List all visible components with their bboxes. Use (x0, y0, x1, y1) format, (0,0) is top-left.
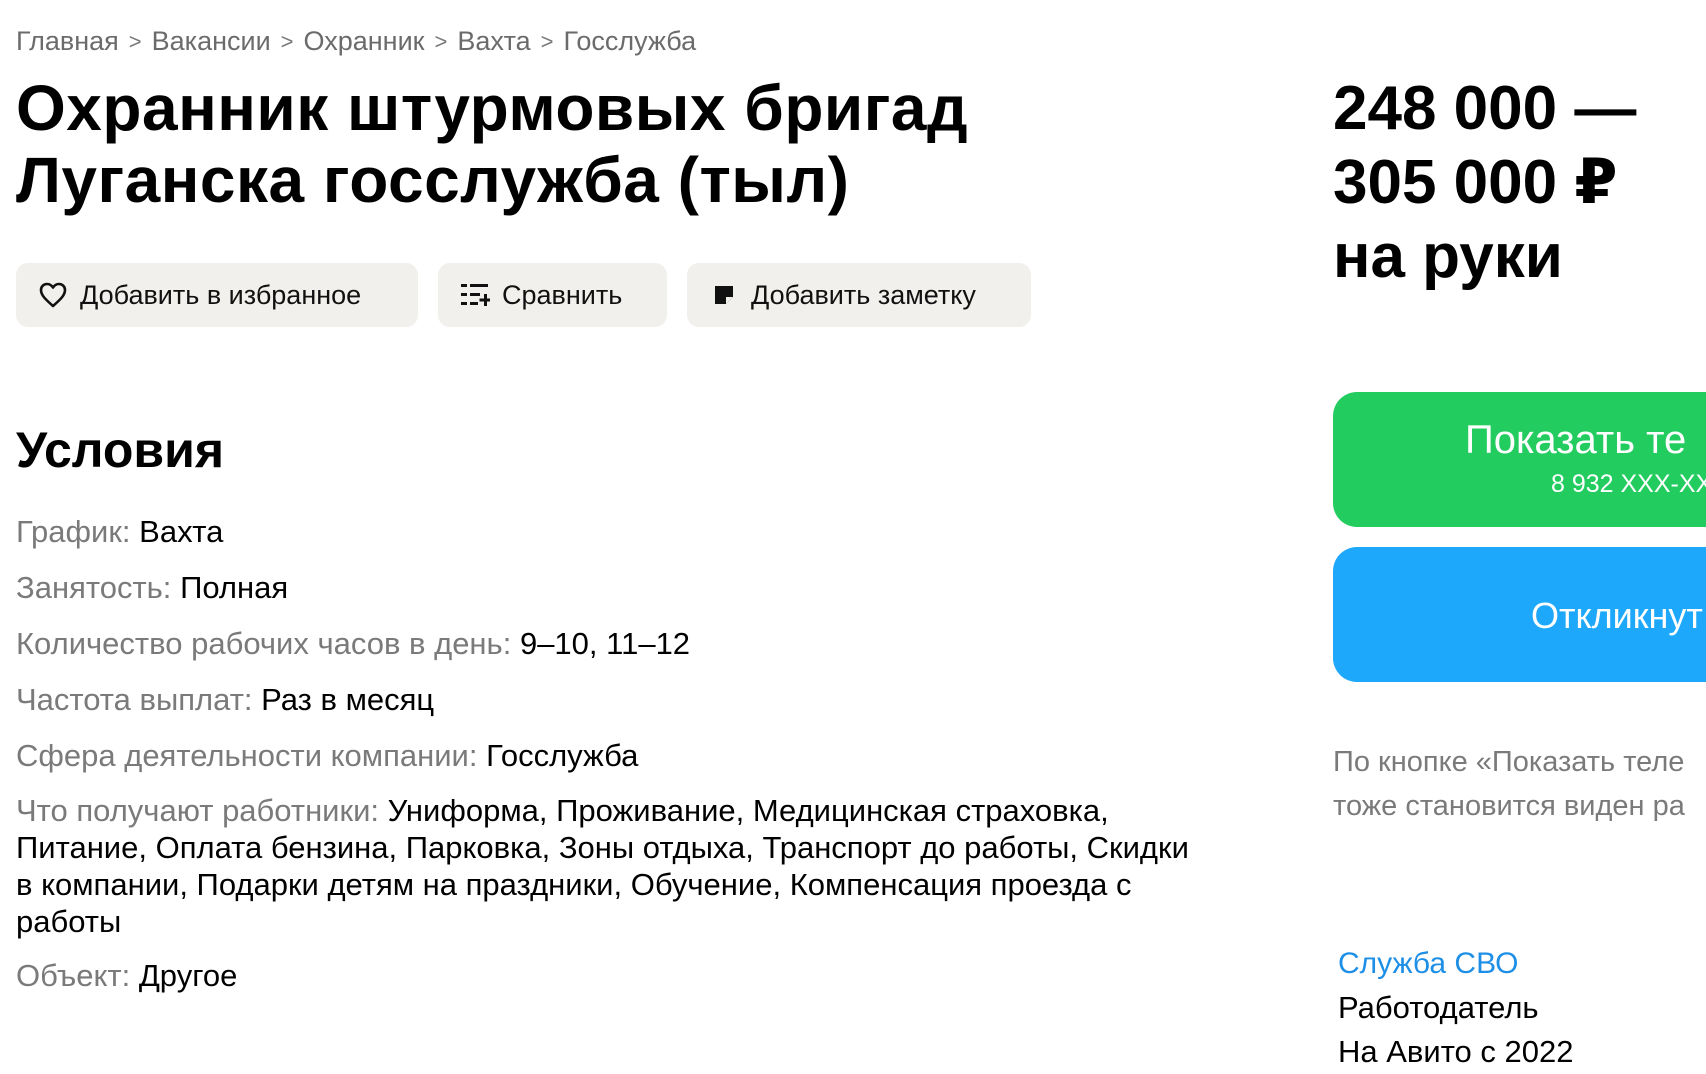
condition-value: Полная (180, 570, 289, 605)
condition-row-payment-frequency: Частота выплат: Раз в месяц (16, 680, 1196, 720)
show-phone-label: Показать те (1465, 418, 1687, 462)
contact-hint-line-1: По кнопке «Показать теле (1333, 746, 1685, 778)
add-to-favorites-label: Добавить в избранное (80, 279, 362, 310)
condition-label: Объект: (16, 958, 131, 993)
conditions-list: График: Вахта Занятость: Полная Количест… (16, 512, 1196, 1012)
salary-net-label: на руки (1333, 222, 1563, 291)
compare-list-icon (460, 280, 490, 310)
condition-row-benefits: Что получают работники: Униформа, Прожив… (16, 792, 1196, 940)
condition-value: Другое (138, 958, 238, 993)
breadcrumb-guard[interactable]: Охранник (304, 26, 425, 57)
breadcrumb-separator: > (434, 28, 448, 54)
title-line-2: Луганска госслужба (тыл) (16, 144, 850, 216)
page-title: Охранник штурмовых бригад Луганска госсл… (16, 72, 1166, 216)
condition-label: Что получают работники: (16, 793, 379, 828)
heart-icon (38, 280, 68, 310)
salary: 248 000 — 305 000 ₽ на руки (1333, 72, 1693, 294)
add-to-favorites-button[interactable]: Добавить в избранное (16, 263, 418, 327)
breadcrumb: Главная > Вакансии > Охранник > Вахта > … (16, 26, 696, 57)
condition-row-company-sphere: Сфера деятельности компании: Госслужба (16, 736, 1196, 776)
breadcrumb-vacancies[interactable]: Вакансии (152, 26, 271, 57)
masked-phone-number: 8 932 XXX-XX (1551, 470, 1706, 498)
respond-label: Откликнут (1531, 595, 1703, 636)
condition-value: 9–10, 11–12 (519, 626, 691, 661)
condition-row-employment: Занятость: Полная (16, 568, 1196, 608)
breadcrumb-civil-service[interactable]: Госслужба (564, 26, 697, 57)
contact-hint: По кнопке «Показать теле тоже становится… (1333, 740, 1706, 828)
condition-label: Количество рабочих часов в день: (16, 626, 512, 661)
salary-range-from: 248 000 — (1333, 74, 1637, 143)
condition-label: График: (16, 514, 131, 549)
employer-since: На Авито с 2022 (1338, 1034, 1574, 1069)
contact-hint-line-2: тоже становится виден ра (1333, 790, 1685, 822)
condition-value: Госслужба (486, 738, 639, 773)
breadcrumb-home[interactable]: Главная (16, 26, 119, 57)
add-note-button[interactable]: Добавить заметку (687, 263, 1031, 327)
compare-button[interactable]: Сравнить (438, 263, 667, 327)
action-bar: Добавить в избранное Сравнить Добавить з… (16, 263, 1031, 327)
condition-row-object: Объект: Другое (16, 956, 1196, 996)
employer-name-link[interactable]: Служба СВО (1338, 942, 1706, 986)
show-phone-button[interactable]: Показать те 8 932 XXX-XX (1333, 392, 1706, 527)
breadcrumb-shift[interactable]: Вахта (457, 26, 530, 57)
employer-card: Служба СВО Работодатель На Авито с 2022 (1338, 942, 1706, 1074)
condition-value: Вахта (139, 514, 224, 549)
breadcrumb-separator: > (540, 28, 554, 54)
condition-row-hours: Количество рабочих часов в день: 9–10, 1… (16, 624, 1196, 664)
breadcrumb-separator: > (128, 28, 142, 54)
add-note-label: Добавить заметку (751, 279, 976, 310)
condition-value: Раз в месяц (261, 682, 435, 717)
salary-range-to: 305 000 ₽ (1333, 148, 1618, 217)
condition-label: Частота выплат: (16, 682, 253, 717)
note-icon (709, 280, 739, 310)
respond-button[interactable]: Откликнут (1333, 547, 1706, 682)
condition-label: Сфера деятельности компании: (16, 738, 478, 773)
condition-row-schedule: График: Вахта (16, 512, 1196, 552)
condition-label: Занятость: (16, 570, 172, 605)
breadcrumb-separator: > (280, 28, 294, 54)
employer-role: Работодатель (1338, 990, 1539, 1025)
conditions-heading: Условия (16, 422, 225, 478)
title-line-1: Охранник штурмовых бригад (16, 72, 969, 144)
compare-label: Сравнить (502, 279, 623, 310)
